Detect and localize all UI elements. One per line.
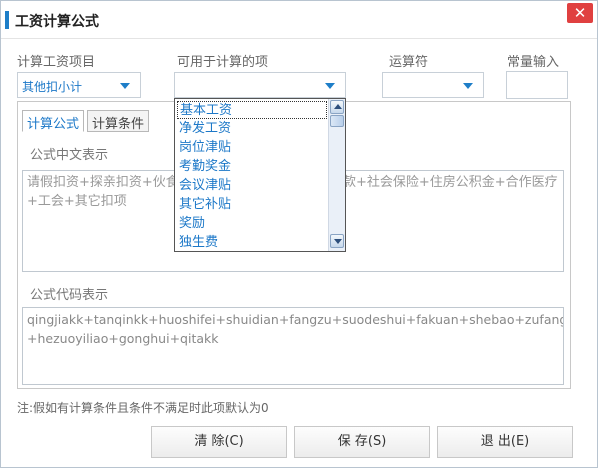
salary-item-value: 其他扣小计 — [22, 80, 83, 94]
arrow-up-icon — [334, 104, 342, 109]
close-icon[interactable]: ✕ — [567, 3, 593, 23]
constant-label: 常量输入 — [507, 55, 560, 70]
formula-cn-line1-right: 款+社会保险+住房公积金+合作医疗 — [343, 175, 558, 190]
default-value-note: 注:假如有计算条件且条件不满足时此项默认为0 — [17, 401, 269, 415]
arrow-down-icon — [334, 239, 342, 244]
constant-input[interactable] — [506, 71, 568, 99]
title-accent-bar — [5, 11, 9, 29]
usable-items-label: 可用于计算的项 — [177, 55, 269, 70]
clear-button[interactable]: 清 除(C) — [151, 426, 287, 458]
dropdown-item[interactable]: 会议津贴 — [177, 177, 327, 195]
dropdown-scrollbar[interactable] — [328, 99, 345, 251]
dropdown-item[interactable]: 基本工资 — [177, 101, 327, 119]
dropdown-item[interactable]: 岗位津贴 — [177, 139, 327, 157]
tab-formula[interactable]: 计算公式 — [22, 110, 84, 132]
exit-button[interactable]: 退 出(E) — [437, 426, 573, 458]
formula-dialog: 工资计算公式 ✕ 计算工资项目 可用于计算的项 运算符 常量输入 其他扣小计 计… — [0, 0, 598, 468]
operator-select[interactable] — [382, 72, 484, 98]
formula-code-label: 公式代码表示 — [30, 288, 109, 303]
tab-condition[interactable]: 计算条件 — [87, 110, 149, 132]
formula-code-line2: +hezuoyiliao+gonghui+qitakk — [27, 331, 219, 346]
title-bar: 工资计算公式 ✕ — [1, 1, 597, 39]
usable-items-dropdown[interactable]: 基本工资 净发工资 岗位津贴 考勤奖金 会议津贴 其它补贴 奖励 独生费 — [174, 98, 346, 252]
dropdown-item[interactable]: 其它补贴 — [177, 196, 327, 214]
dropdown-item[interactable]: 净发工资 — [177, 120, 327, 138]
chevron-down-icon — [325, 83, 335, 89]
chevron-down-icon — [120, 83, 130, 89]
formula-cn-line1-left: 请假扣资+探亲扣资+伙食 — [27, 175, 179, 190]
formula-code-textarea[interactable]: qingjiakk+tanqinkk+huoshifei+shuidian+fa… — [22, 307, 564, 385]
scroll-up-button[interactable] — [330, 100, 344, 114]
scroll-down-button[interactable] — [330, 234, 344, 248]
dropdown-item[interactable]: 考勤奖金 — [177, 158, 327, 176]
salary-item-select[interactable]: 其他扣小计 — [17, 72, 141, 98]
scroll-thumb[interactable] — [330, 115, 344, 127]
operator-label: 运算符 — [389, 55, 429, 70]
formula-cn-label: 公式中文表示 — [30, 148, 109, 163]
dialog-title: 工资计算公式 — [15, 14, 99, 30]
dropdown-item[interactable]: 独生费 — [177, 234, 327, 251]
formula-code-line1: qingjiakk+tanqinkk+huoshifei+shuidian+fa… — [27, 312, 564, 327]
save-button[interactable]: 保 存(S) — [294, 426, 430, 458]
dropdown-item[interactable]: 奖励 — [177, 215, 327, 233]
chevron-down-icon — [463, 83, 473, 89]
usable-items-select[interactable] — [174, 72, 346, 98]
item-label: 计算工资项目 — [17, 55, 96, 70]
